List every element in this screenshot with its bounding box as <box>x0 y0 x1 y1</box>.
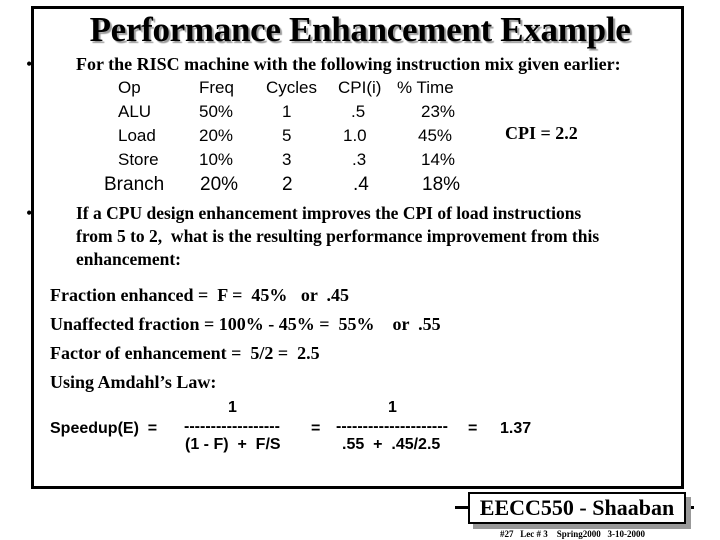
equals-sign: = <box>311 420 321 437</box>
fraction-enhanced: Fraction enhanced = F = 45% or .45 <box>50 285 349 305</box>
table-cell: .5 <box>351 102 366 121</box>
table-cell: 1 <box>282 102 292 121</box>
table-cell: Load <box>118 126 156 145</box>
denominator: .55 + .45/2.5 <box>342 436 441 453</box>
footer-connector <box>455 506 469 509</box>
table-header: Cycles <box>266 78 318 97</box>
table-cell: 14% <box>421 150 456 169</box>
table-cell: Branch <box>104 174 165 195</box>
numerator: 1 <box>228 399 237 416</box>
table-cell: 20% <box>200 174 239 195</box>
amdahls-law-label: Using Amdahl’s Law: <box>50 372 217 392</box>
table-cell: Store <box>118 150 159 169</box>
question-line: If a CPU design enhancement improves the… <box>76 203 582 223</box>
table-header: CPI(i) <box>338 78 382 97</box>
bullet-icon: • <box>26 203 33 223</box>
table-cell: 1.0 <box>343 126 367 145</box>
speedup-result: 1.37 <box>500 420 532 437</box>
table-cell: 18% <box>422 174 461 195</box>
slide-title: Performance Enhancement Example <box>89 10 631 49</box>
numerator: 1 <box>388 399 397 416</box>
table-header: % Time <box>397 78 454 97</box>
table-cell: 2 <box>282 174 293 195</box>
intro-text: For the RISC machine with the following … <box>76 54 621 74</box>
table-cell: ALU <box>118 102 152 121</box>
table-cell: 5 <box>282 126 292 145</box>
table-cell: .4 <box>353 174 369 195</box>
table-cell: 10% <box>199 150 234 169</box>
table-header: Op <box>118 78 141 97</box>
cpi-total: CPI = 2.2 <box>505 123 578 143</box>
fraction-bar: --------------------- <box>336 418 448 435</box>
course-footer-label: EECC550 - Shaaban <box>468 492 686 524</box>
question-line: enhancement: <box>76 249 181 269</box>
table-header: Freq <box>199 78 234 97</box>
table-cell: 20% <box>199 126 234 145</box>
factor-of-enhancement: Factor of enhancement = 5/2 = 2.5 <box>50 343 320 363</box>
table-cell: 23% <box>421 102 456 121</box>
footer-connector <box>690 506 694 509</box>
table-cell: 3 <box>282 150 292 169</box>
question-line: from 5 to 2, what is the resulting perfo… <box>76 226 600 246</box>
fraction-bar: ------------------ <box>184 418 280 435</box>
footer-note: #27 Lec # 3 Spring2000 3-10-2000 <box>500 529 645 539</box>
table-cell: 50% <box>199 102 234 121</box>
equals-sign: = <box>468 420 478 437</box>
unaffected-fraction: Unaffected fraction = 100% - 45% = 55% o… <box>50 314 441 334</box>
equation-lhs: Speedup(E) = <box>50 420 158 437</box>
table-cell: 45% <box>418 126 453 145</box>
table-cell: .3 <box>352 150 367 169</box>
bullet-icon: • <box>26 54 33 74</box>
denominator: (1 - F) + F/S <box>185 436 281 453</box>
